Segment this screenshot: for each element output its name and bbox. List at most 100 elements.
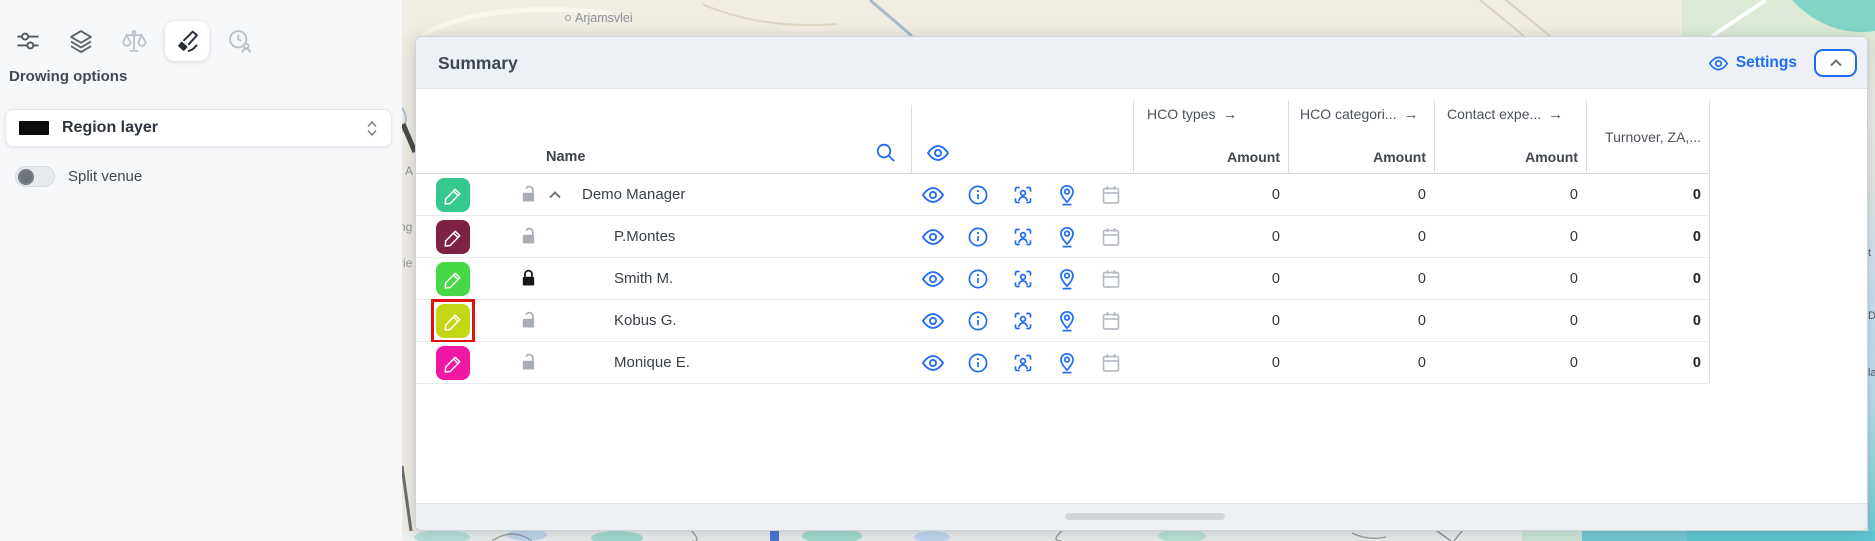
clock-person-icon [226,27,254,55]
info-icon[interactable] [966,267,990,291]
row-color-edit-button[interactable] [436,220,470,254]
horizontal-scrollbar-track[interactable] [416,503,1867,530]
map-background-right-sliver: t D la [1868,36,1875,531]
row-color-highlight [436,220,470,254]
horizontal-scrollbar-thumb[interactable] [1065,513,1225,520]
visibility-icon[interactable] [921,351,945,375]
table-header: HCO types → HCO categori... → Contact ex… [416,89,1867,173]
user-scan-icon[interactable] [1011,309,1035,333]
pencil-icon [443,353,464,374]
user-scan-icon[interactable] [1011,225,1035,249]
map-text-fragment: rie [402,256,412,270]
row-color-edit-button[interactable] [436,304,470,338]
map-left-roads [402,36,415,531]
row-name: Monique E. [614,342,690,384]
user-scan-icon[interactable] [1011,351,1035,375]
map-background-left-sliver: A ng rie [402,36,415,531]
layer-select[interactable]: Region layer [5,109,392,147]
table-row: Kobus G. 0 0 0 0 [416,300,1709,342]
map-text-fragment: D [1868,310,1875,322]
amount-value: 0 [1288,174,1426,216]
visibility-icon[interactable] [921,267,945,291]
info-icon[interactable] [966,309,990,333]
expand-column-arrow-icon[interactable]: → [1548,106,1563,123]
location-pin-icon[interactable] [1055,309,1079,333]
panel-title: Summary [438,37,518,89]
info-icon[interactable] [966,225,990,249]
turnover-value: 0 [1586,174,1701,216]
location-pin-icon[interactable] [1055,225,1079,249]
info-icon[interactable] [966,183,990,207]
row-color-edit-button[interactable] [436,178,470,212]
turnover-value: 0 [1586,216,1701,258]
summary-panel-header: Summary Settings [416,37,1867,89]
lock-closed-icon[interactable] [518,268,539,289]
history-tool-button[interactable] [218,20,262,62]
location-pin-icon[interactable] [1055,183,1079,207]
highlighter-icon [173,27,201,55]
layer-select-stepper[interactable] [366,120,378,137]
chevron-down-icon [366,129,378,137]
lock-open-icon[interactable] [518,310,539,331]
lock-open-icon[interactable] [518,184,539,205]
visibility-icon[interactable] [921,183,945,207]
map-background-top: Arjamsvlei [402,0,1875,36]
expand-column-arrow-icon[interactable]: → [1403,106,1418,123]
amount-value: 0 [1133,300,1280,342]
row-name: Smith M. [614,258,673,300]
amount-value: 0 [1133,216,1280,258]
row-name: Kobus G. [614,300,677,342]
lock-open-icon[interactable] [518,226,539,247]
layers-tool-button[interactable] [59,20,103,62]
collapse-panel-button[interactable] [1814,49,1857,77]
screen: Arjamsvlei A ng rie t D la [0,0,1875,541]
pencil-icon [443,185,464,206]
column-group-turnover: Turnover, ZA,... [1586,129,1701,145]
amount-value: 0 [1133,342,1280,384]
calendar-icon [1099,267,1123,291]
row-color-edit-button[interactable] [436,262,470,296]
amount-header: Amount [1133,145,1280,169]
visibility-column-icon[interactable] [926,141,950,165]
highlighter-tool-button[interactable] [165,21,209,61]
turnover-value: 0 [1586,300,1701,342]
row-color-edit-button[interactable] [436,346,470,380]
calendar-icon [1099,309,1123,333]
row-name: P.Montes [614,216,675,258]
table-right-edge-divider [1709,101,1710,383]
visibility-icon[interactable] [921,225,945,249]
amount-value: 0 [1288,342,1426,384]
visibility-icon[interactable] [921,309,945,333]
info-icon[interactable] [966,351,990,375]
amount-value: 0 [1434,258,1578,300]
search-icon[interactable] [874,141,898,165]
split-venue-toggle[interactable] [15,166,55,187]
layers-icon [67,27,95,55]
table-row: Monique E. 0 0 0 0 [416,342,1709,384]
amount-value: 0 [1434,342,1578,384]
map-text-fragment: t [1868,247,1871,259]
layer-color-swatch [19,121,49,135]
summary-panel: Summary Settings HCO types → HCO c [415,36,1868,531]
column-group-contact-expenses: Contact expe... → [1447,103,1563,125]
user-scan-icon[interactable] [1011,267,1035,291]
location-pin-icon[interactable] [1055,351,1079,375]
filter-sliders-tool-button[interactable] [6,20,50,62]
sidebar-toolbar [6,20,262,62]
map-background-bottom [402,531,1875,541]
settings-button[interactable]: Settings [1708,37,1797,89]
user-scan-icon[interactable] [1011,183,1035,207]
collapse-row-icon[interactable] [547,187,563,203]
expand-column-arrow-icon[interactable]: → [1222,106,1237,123]
amount-value: 0 [1434,174,1578,216]
calendar-icon [1099,225,1123,249]
row-color-highlight [436,178,470,212]
turnover-value: 0 [1586,258,1701,300]
location-pin-icon[interactable] [1055,267,1079,291]
row-color-highlight [436,346,470,380]
scale-tool-button[interactable] [112,20,156,62]
pencil-icon [443,311,464,332]
layer-select-value: Region layer [62,119,158,137]
column-divider [911,105,912,173]
lock-open-icon[interactable] [518,352,539,373]
